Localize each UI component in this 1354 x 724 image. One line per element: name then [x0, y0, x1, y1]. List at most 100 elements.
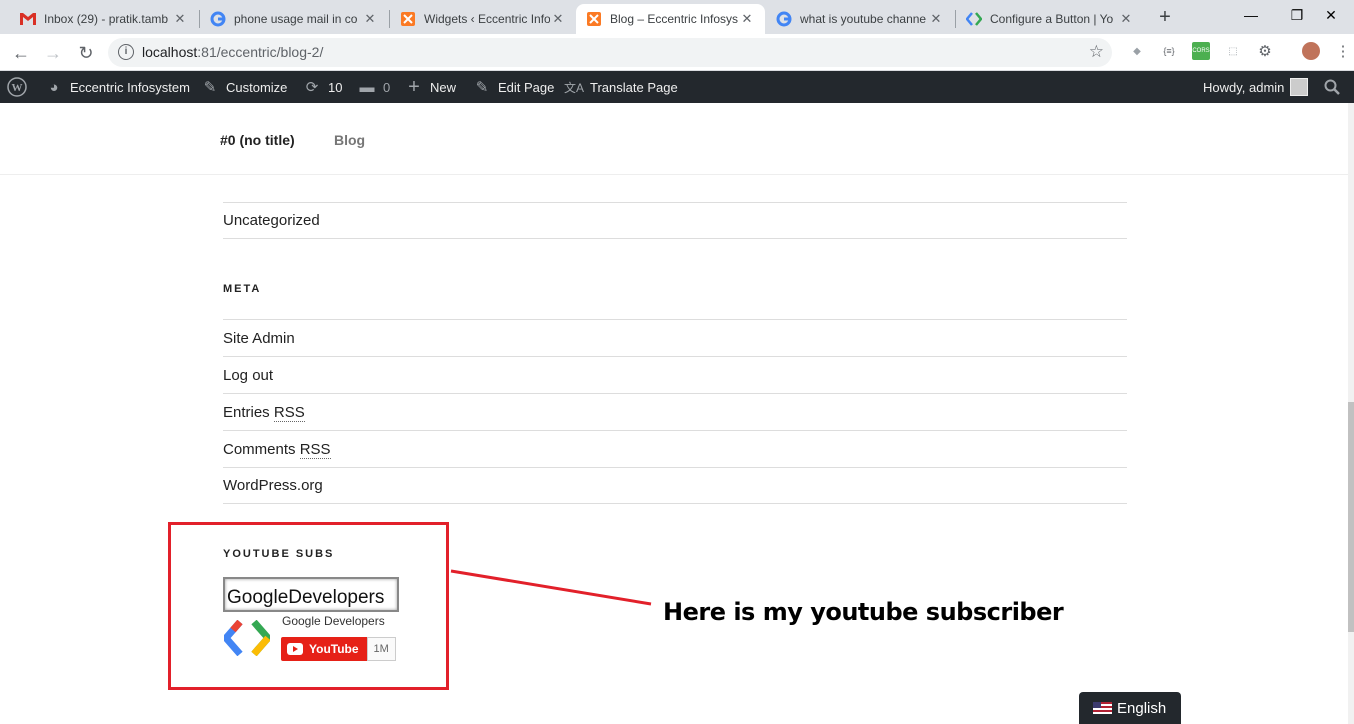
gmail-icon [20, 11, 36, 27]
list-item[interactable]: Entries RSS [223, 393, 1127, 430]
tab-title: Inbox (29) - pratik.tamb [44, 12, 169, 26]
tab-title: Blog – Eccentric Infosys [610, 12, 739, 26]
translate-page-link[interactable]: 文A Translate Page [564, 71, 678, 103]
close-icon[interactable]: ✕ [1118, 11, 1134, 27]
google-developers-logo-icon [221, 619, 273, 657]
new-label: New [430, 79, 457, 95]
log-out-link[interactable]: Log out [223, 367, 273, 384]
pdf-icon[interactable]: ⬚ [1224, 42, 1242, 60]
avatar [1290, 78, 1309, 96]
cors-extension-icon[interactable]: CORS [1192, 42, 1210, 60]
tab-blog[interactable]: Blog – Eccentric Infosys ✕ [576, 4, 765, 34]
translate-page-label: Translate Page [590, 79, 678, 95]
wp-admin-bar: W ◕ Eccentric Infosystem ✎ Customize ⟳ 1… [0, 71, 1354, 103]
list-item[interactable]: Comments RSS [223, 430, 1127, 467]
language-switcher[interactable]: English [1079, 692, 1181, 724]
subscriber-count: 1M [366, 637, 396, 661]
close-icon[interactable]: ✕ [362, 11, 378, 27]
site-name-label: Eccentric Infosystem [70, 79, 190, 95]
comments-link[interactable]: ▬ 0 [357, 71, 391, 103]
tab-title: phone usage mail in co [234, 12, 358, 26]
tab-title: Configure a Button | Yo [990, 12, 1114, 26]
channel-name-field[interactable]: GoogleDevelopers [223, 577, 399, 612]
categories-list: Uncategorized [223, 202, 1127, 239]
bookmark-star-icon[interactable]: ☆ [1089, 42, 1104, 62]
new-content-menu[interactable]: + New [404, 71, 456, 103]
youtube-subscribe-button[interactable]: YouTube 1M [281, 637, 396, 661]
nav-item-blog[interactable]: Blog [334, 132, 365, 148]
close-icon[interactable]: ✕ [172, 11, 188, 27]
minimize-button[interactable]: — [1228, 0, 1274, 30]
svg-text:W: W [12, 82, 23, 94]
wordpress-logo-icon[interactable]: W [7, 71, 27, 103]
browser-tab-strip: Inbox (29) - pratik.tamb ✕ phone usage m… [0, 0, 1354, 34]
close-icon[interactable]: ✕ [739, 11, 755, 27]
url-text[interactable]: localhost:81/eccentric/blog-2/ [142, 44, 323, 60]
site-navigation: #0 (no title) Blog [0, 103, 1354, 175]
pencil-icon: ✎ [475, 79, 489, 96]
paintbrush-icon: ✎ [203, 79, 217, 96]
categories-title-clipped [223, 175, 318, 176]
list-item[interactable]: Log out [223, 356, 1127, 393]
translate-icon: 文A [564, 80, 585, 95]
tab-widgets[interactable]: Widgets ‹ Eccentric Info ✕ [390, 4, 576, 34]
annotation-text: Here is my youtube subscriber [663, 598, 1064, 626]
wordpress-org-link[interactable]: WordPress.org [223, 477, 323, 494]
back-arrow-icon[interactable]: ← [9, 41, 33, 65]
new-tab-button[interactable]: + [1154, 6, 1176, 28]
entries-rss-link[interactable]: Entries RSS [223, 403, 305, 422]
updates-icon: ⟳ [305, 79, 319, 96]
address-bar[interactable]: i localhost:81/eccentric/blog-2/ ☆ [108, 38, 1112, 67]
comments-rss-link[interactable]: Comments RSS [223, 440, 331, 459]
search-icon[interactable] [1324, 71, 1340, 103]
youtube-widget-title: YOUTUBE SUBS [223, 548, 335, 560]
channel-name[interactable]: Google Developers [282, 614, 385, 628]
xampp-icon [400, 11, 416, 27]
edit-page-label: Edit Page [498, 79, 555, 95]
site-name-menu[interactable]: ◕ Eccentric Infosystem [44, 71, 190, 103]
list-item[interactable]: Site Admin [223, 319, 1127, 356]
edit-page-link[interactable]: ✎ Edit Page [472, 71, 555, 103]
dashboard-icon: ◕ [49, 78, 59, 96]
xampp-icon [586, 11, 602, 27]
tab-title: Widgets ‹ Eccentric Info [424, 12, 550, 26]
forward-arrow-icon[interactable]: → [41, 41, 65, 65]
tab-title: what is youtube channe [800, 12, 927, 26]
json-formatter-icon[interactable]: {≡} [1160, 42, 1178, 60]
plus-icon: + [408, 75, 420, 98]
menu-kebab-icon[interactable]: ⋮ [1334, 42, 1352, 60]
reload-icon[interactable]: ↻ [74, 41, 98, 65]
list-item[interactable]: WordPress.org [223, 467, 1127, 504]
browser-toolbar: ← → ↻ i localhost:81/eccentric/blog-2/ ☆… [0, 34, 1354, 71]
tab-configure-button[interactable]: Configure a Button | Yo ✕ [956, 4, 1144, 34]
customize-link[interactable]: ✎ Customize [200, 71, 288, 103]
my-account-menu[interactable]: Howdy, admin [1203, 71, 1309, 103]
youtube-button-label[interactable]: YouTube [281, 637, 367, 661]
customize-label: Customize [226, 79, 288, 95]
site-admin-link[interactable]: Site Admin [223, 330, 295, 347]
tab-gmail[interactable]: Inbox (29) - pratik.tamb ✕ [10, 4, 198, 34]
youtube-play-icon [287, 643, 303, 655]
info-icon[interactable]: i [118, 44, 134, 60]
close-icon[interactable]: ✕ [928, 11, 944, 27]
category-link[interactable]: Uncategorized [223, 212, 320, 229]
scrollbar-thumb[interactable] [1348, 402, 1354, 632]
google-icon [210, 11, 226, 27]
howdy-label: Howdy, admin [1203, 79, 1285, 95]
updates-count: 10 [328, 79, 343, 95]
us-flag-icon [1093, 702, 1112, 714]
profile-avatar[interactable] [1302, 42, 1320, 60]
language-label: English [1117, 699, 1167, 717]
nav-item-no-title[interactable]: #0 (no title) [220, 132, 295, 148]
close-window-button[interactable]: ✕ [1308, 0, 1354, 30]
google-developers-icon [966, 11, 982, 27]
tab-phone-usage[interactable]: phone usage mail in co ✕ [200, 4, 388, 34]
close-icon[interactable]: ✕ [550, 11, 566, 27]
tab-youtube-search[interactable]: what is youtube channe ✕ [766, 4, 954, 34]
dropbox-icon[interactable]: ◆ [1128, 42, 1146, 60]
gear-extension-icon[interactable]: ⚙ [1256, 42, 1274, 60]
comment-bubble-icon: ▬ [359, 78, 375, 96]
updates-link[interactable]: ⟳ 10 [302, 71, 343, 103]
meta-widget-title: META [223, 283, 262, 295]
list-item[interactable]: Uncategorized [223, 202, 1127, 239]
